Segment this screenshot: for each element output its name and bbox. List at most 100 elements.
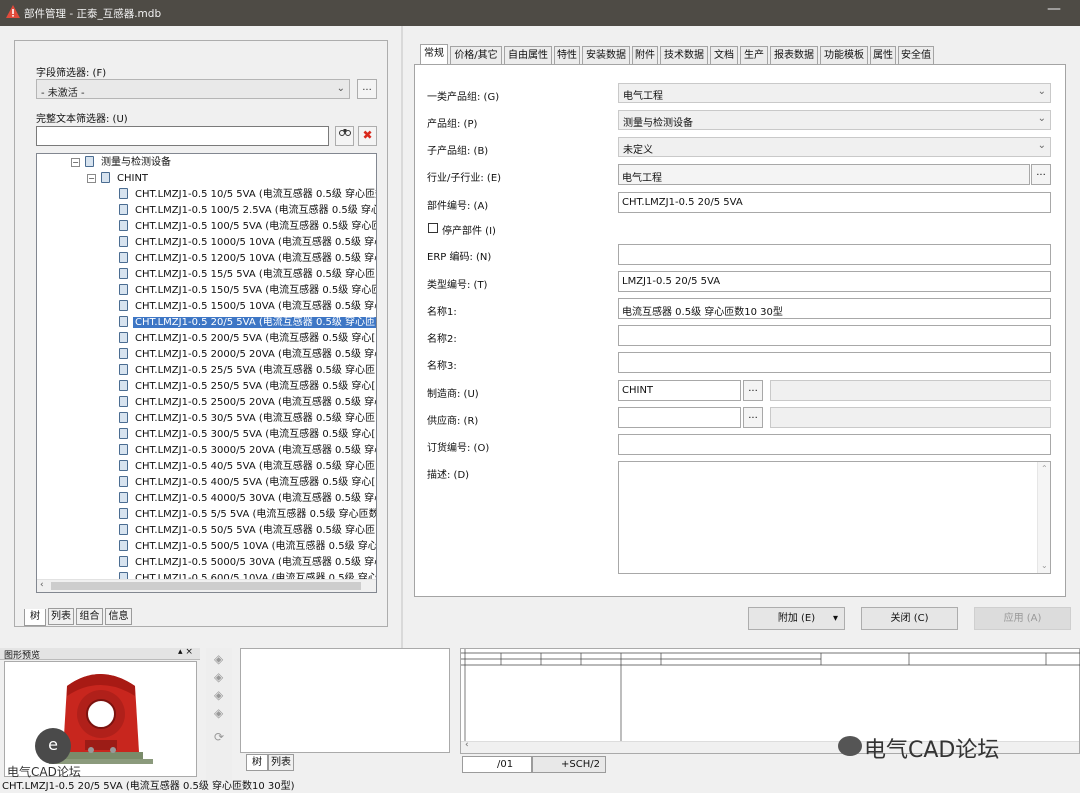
product-group1-label: 一类产品组: (G) — [427, 92, 500, 103]
tree-node-chint[interactable]: − CHINT — [87, 171, 150, 187]
tree-item[interactable]: CHT.LMZJ1-0.5 2000/5 20VA (电流互感器 0.5级 穿心 — [119, 347, 376, 363]
tree-item[interactable]: CHT.LMZJ1-0.5 25/5 5VA (电流互感器 0.5级 穿心匝 — [119, 363, 376, 379]
tab-10[interactable]: 报表数据 — [770, 46, 818, 64]
tree-item[interactable]: CHT.LMZJ1-0.5 300/5 5VA (电流互感器 0.5级 穿心[ — [119, 427, 376, 443]
type-number-input[interactable]: LMZJ1-0.5 20/5 5VA — [618, 271, 1051, 292]
field-filter-more-button[interactable]: ... — [357, 79, 377, 99]
tree-item[interactable]: CHT.LMZJ1-0.5 500/5 10VA (电流互感器 0.5级 穿心 — [119, 539, 376, 555]
tree-item[interactable]: CHT.LMZJ1-0.5 1000/5 10VA (电流互感器 0.5级 穿心 — [119, 235, 376, 251]
cube-icon[interactable]: ◈ — [214, 706, 223, 720]
tree-item[interactable]: CHT.LMZJ1-0.5 3000/5 20VA (电流互感器 0.5级 穿心 — [119, 443, 376, 459]
tree-item[interactable]: CHT.LMZJ1-0.5 100/5 2.5VA (电流互感器 0.5级 穿心… — [119, 203, 376, 219]
tab-info[interactable]: 信息 — [105, 608, 132, 625]
manufacturer-input[interactable]: CHINT — [618, 380, 741, 401]
tab-6[interactable]: 附件 — [632, 46, 658, 64]
manufacturer-more-button[interactable]: ... — [743, 380, 763, 401]
name1-label: 名称1: — [427, 307, 457, 318]
tree-horizontal-scrollbar[interactable]: ‹ › — [37, 579, 376, 592]
cube-icon[interactable]: ◈ — [214, 688, 223, 702]
tree-item[interactable]: CHT.LMZJ1-0.5 5/5 5VA (电流互感器 0.5级 穿心匝数 — [119, 507, 376, 523]
nav-tab-tree[interactable]: 树 — [246, 754, 268, 771]
description-scrollbar[interactable]: ⌃ ⌄ — [1037, 462, 1050, 573]
tree-item[interactable]: CHT.LMZJ1-0.5 5000/5 30VA (电流互感器 0.5级 穿心 — [119, 555, 376, 571]
order-number-label: 订货编号: (O) — [427, 443, 490, 454]
tab-8[interactable]: 文档 — [710, 46, 738, 64]
tab-3[interactable]: 自由属性 — [504, 46, 552, 64]
status-bar: CHT.LMZJ1-0.5 20/5 5VA (电流互感器 0.5级 穿心匝数1… — [0, 780, 1080, 793]
industry-more-button[interactable]: ... — [1031, 164, 1051, 185]
tab-combination[interactable]: 组合 — [76, 608, 103, 625]
sub-group-dropdown[interactable]: 未定义 ⌄ — [618, 137, 1051, 157]
nav-tab-list[interactable]: 列表 — [268, 754, 294, 771]
name1-input[interactable]: 电流互感器 0.5级 穿心匝数10 30型 — [618, 298, 1051, 319]
tree-item[interactable]: CHT.LMZJ1-0.5 200/5 5VA (电流互感器 0.5级 穿心[ — [119, 331, 376, 347]
part-icon — [119, 396, 128, 407]
tree-item[interactable]: CHT.LMZJ1-0.5 150/5 5VA (电流互感器 0.5级 穿心匝 — [119, 283, 376, 299]
tab-1[interactable]: 常规 — [420, 44, 448, 65]
tree-item[interactable]: CHT.LMZJ1-0.5 250/5 5VA (电流互感器 0.5级 穿心[ — [119, 379, 376, 395]
cube-icon[interactable]: ◈ — [214, 652, 223, 666]
erp-input[interactable] — [618, 244, 1051, 265]
sheet-tab-01[interactable]: /01 — [462, 756, 532, 773]
tree-item[interactable]: CHT.LMZJ1-0.5 2500/5 20VA (电流互感器 0.5级 穿心 — [119, 395, 376, 411]
part-number-input[interactable]: CHT.LMZJ1-0.5 20/5 5VA — [618, 192, 1051, 213]
cube-icon[interactable]: ◈ — [214, 670, 223, 684]
tab-9[interactable]: 生产 — [740, 46, 768, 64]
tab-list[interactable]: 列表 — [48, 608, 74, 625]
industry-field[interactable]: 电气工程 — [618, 164, 1030, 185]
binoculars-icon[interactable] — [335, 126, 354, 146]
field-filter-dropdown[interactable]: - 未激活 - ⌄ — [36, 79, 350, 99]
part-icon — [119, 492, 128, 503]
watermark-text: 电气CAD论坛 — [864, 738, 1000, 763]
description-textarea[interactable]: ⌃ ⌄ — [618, 461, 1051, 574]
type-number-label: 类型编号: (T) — [427, 280, 488, 291]
tree-item[interactable]: CHT.LMZJ1-0.5 100/5 5VA (电流互感器 0.5级 穿心匝 — [119, 219, 376, 235]
product-group-dropdown[interactable]: 测量与检测设备 ⌄ — [618, 110, 1051, 130]
tab-12[interactable]: 属性 — [870, 46, 896, 64]
order-number-input[interactable] — [618, 434, 1051, 455]
part-icon — [119, 444, 128, 455]
add-button[interactable]: 附加 (E) ▾ — [748, 607, 845, 630]
supplier-input[interactable] — [618, 407, 741, 428]
tree-item[interactable]: CHT.LMZJ1-0.5 50/5 5VA (电流互感器 0.5级 穿心匝 — [119, 523, 376, 539]
fulltext-filter-input[interactable] — [36, 126, 329, 146]
tree-item[interactable]: CHT.LMZJ1-0.5 400/5 5VA (电流互感器 0.5级 穿心[ — [119, 475, 376, 491]
tab-tree[interactable]: 树 — [24, 609, 46, 626]
tab-7[interactable]: 技术数据 — [660, 46, 708, 64]
name2-input[interactable] — [618, 325, 1051, 346]
chevron-down-icon: ⌄ — [1037, 86, 1046, 97]
tree-item[interactable]: CHT.LMZJ1-0.5 4000/5 30VA (电流互感器 0.5级 穿心 — [119, 491, 376, 507]
minimize-button[interactable]: — — [1047, 1, 1061, 17]
tree-item[interactable]: CHT.LMZJ1-0.5 15/5 5VA (电流互感器 0.5级 穿心匝 — [119, 267, 376, 283]
tree-item[interactable]: CHT.LMZJ1-0.5 1500/5 10VA (电流互感器 0.5级 穿心 — [119, 299, 376, 315]
industry-label: 行业/子行业: (E) — [427, 173, 502, 184]
tab-4[interactable]: 特性 — [554, 46, 580, 64]
part-icon — [119, 364, 128, 375]
tree-node-root[interactable]: − 测量与检测设备 — [71, 155, 173, 171]
tab-11[interactable]: 功能模板 — [820, 46, 868, 64]
tab-5[interactable]: 安装数据 — [582, 46, 630, 64]
close-button[interactable]: 关闭 (C) — [861, 607, 958, 630]
part-icon — [119, 508, 128, 519]
collapse-icon[interactable]: − — [87, 174, 96, 183]
tree-item[interactable]: CHT.LMZJ1-0.5 20/5 5VA (电流互感器 0.5级 穿心匝 — [119, 315, 376, 331]
product-group1-dropdown[interactable]: 电气工程 ⌄ — [618, 83, 1051, 103]
supplier-more-button[interactable]: ... — [743, 407, 763, 428]
tree-item[interactable]: CHT.LMZJ1-0.5 1200/5 10VA (电流互感器 0.5级 穿心 — [119, 251, 376, 267]
tab-2[interactable]: 价格/其它 — [450, 46, 502, 64]
sheet-tab-sch2[interactable]: +SCH/2 — [532, 756, 606, 773]
tree-item[interactable]: CHT.LMZJ1-0.5 40/5 5VA (电流互感器 0.5级 穿心匝 — [119, 459, 376, 475]
refresh-icon[interactable]: ⟳ — [214, 730, 224, 744]
part-tree[interactable]: − 测量与检测设备 − CHINT CHT.LMZJ1-0.5 10/5 5VA (… — [36, 153, 377, 593]
chevron-down-icon: ⌄ — [1037, 140, 1046, 151]
warning-icon — [6, 5, 20, 18]
name3-input[interactable] — [618, 352, 1051, 373]
tree-item[interactable]: CHT.LMZJ1-0.5 10/5 5VA (电流互感器 0.5级 穿心匝数 — [119, 187, 376, 203]
tab-13[interactable]: 安全值 — [898, 46, 934, 64]
apply-button[interactable]: 应用 (A) — [974, 607, 1071, 630]
tree-item[interactable]: CHT.LMZJ1-0.5 30/5 5VA (电流互感器 0.5级 穿心匝 — [119, 411, 376, 427]
discontinued-checkbox[interactable] — [428, 223, 438, 233]
pin-icon[interactable]: ▴ × — [178, 647, 193, 657]
clear-filter-icon[interactable]: ✖ — [358, 126, 377, 146]
collapse-icon[interactable]: − — [71, 158, 80, 167]
